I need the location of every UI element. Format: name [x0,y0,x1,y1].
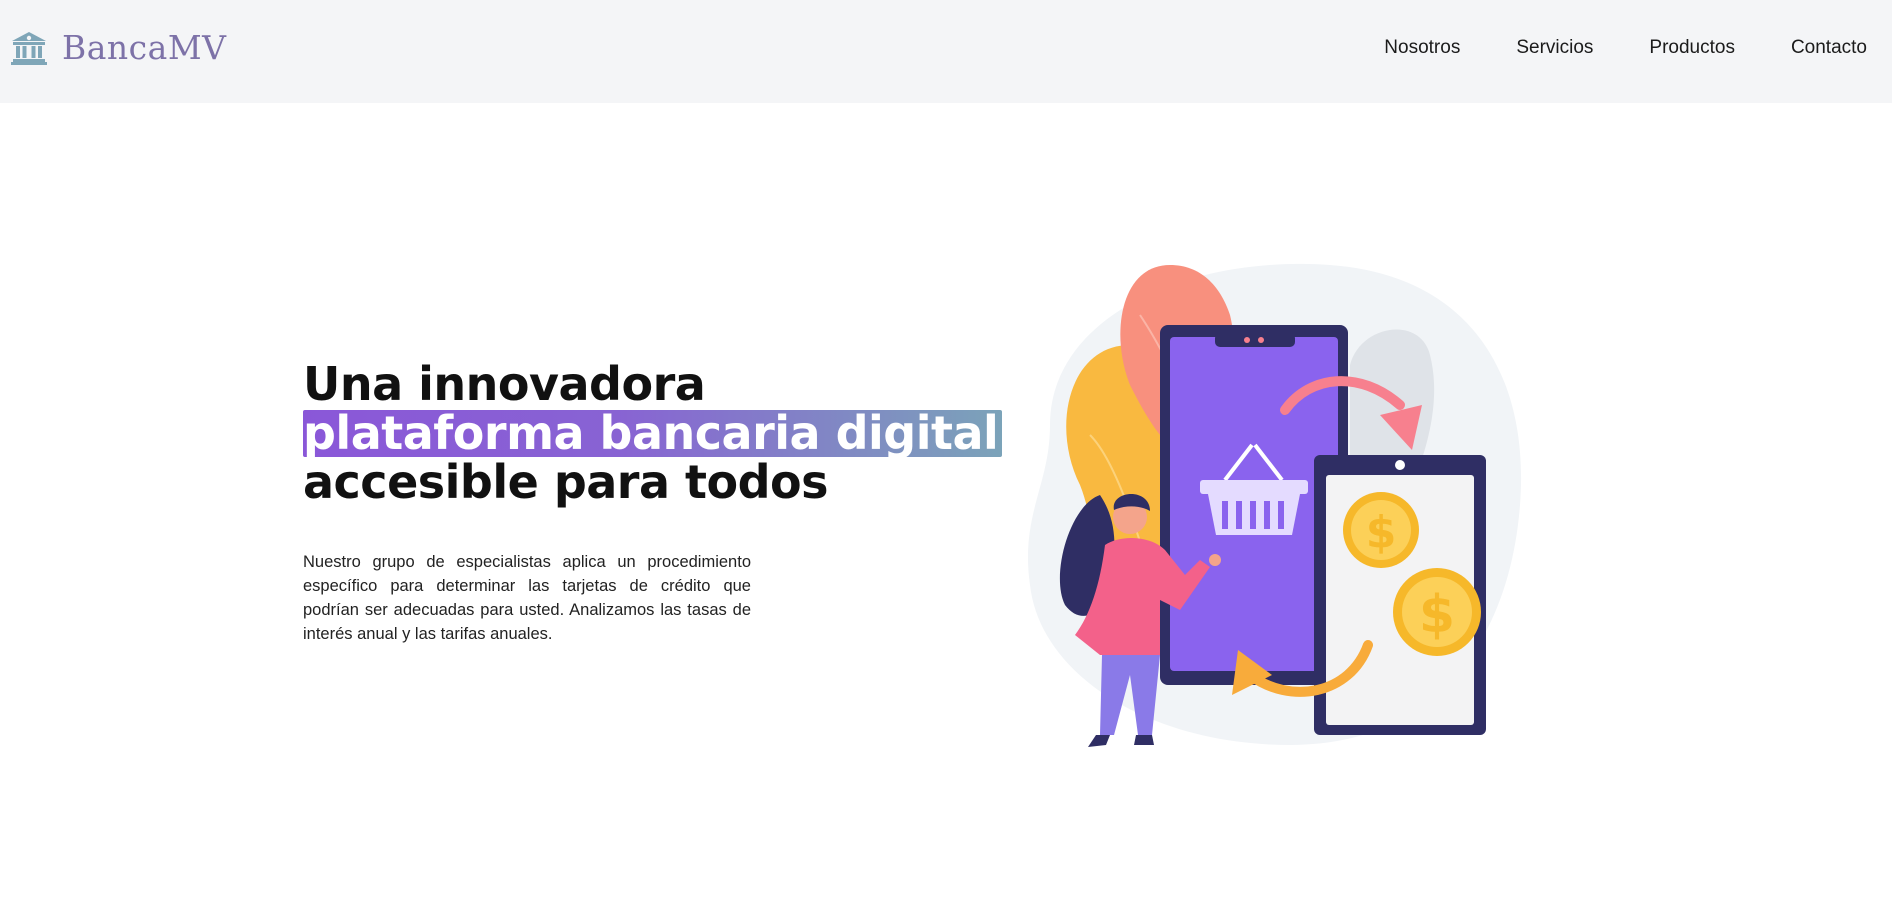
nav-link-productos[interactable]: Productos [1649,36,1735,60]
hero-title-line-1: Una innovadora [303,357,706,411]
brand-name: BancaMV [62,28,227,67]
bank-icon [11,32,47,65]
hero-title-line-3: accesible para todos [303,455,829,509]
svg-text:$: $ [1366,507,1397,558]
hero-title-highlight: plataforma bancaria digital [303,410,1003,457]
nav-link-contacto[interactable]: Contacto [1791,36,1867,60]
mobile-banking-illustration: $ $ [1027,263,1522,747]
brand-logo-link[interactable]: BancaMV [10,30,226,66]
nav-link-nosotros[interactable]: Nosotros [1384,36,1460,60]
coin-icon-small: $ [1343,492,1419,568]
hero-title: Una innovadora plataforma bancaria digit… [303,357,1003,509]
nav-link-servicios[interactable]: Servicios [1516,36,1593,60]
coin-icon-large: $ [1393,568,1481,656]
svg-text:$: $ [1419,585,1455,645]
navbar: BancaMV Nosotros Servicios Productos Con… [0,0,1892,103]
hero-section: Una innovadora plataforma bancaria digit… [303,357,1003,646]
hero-description: Nuestro grupo de especialistas aplica un… [303,553,751,643]
main-nav: Nosotros Servicios Productos Contacto [1384,36,1867,60]
small-phone: $ $ [1314,455,1486,735]
